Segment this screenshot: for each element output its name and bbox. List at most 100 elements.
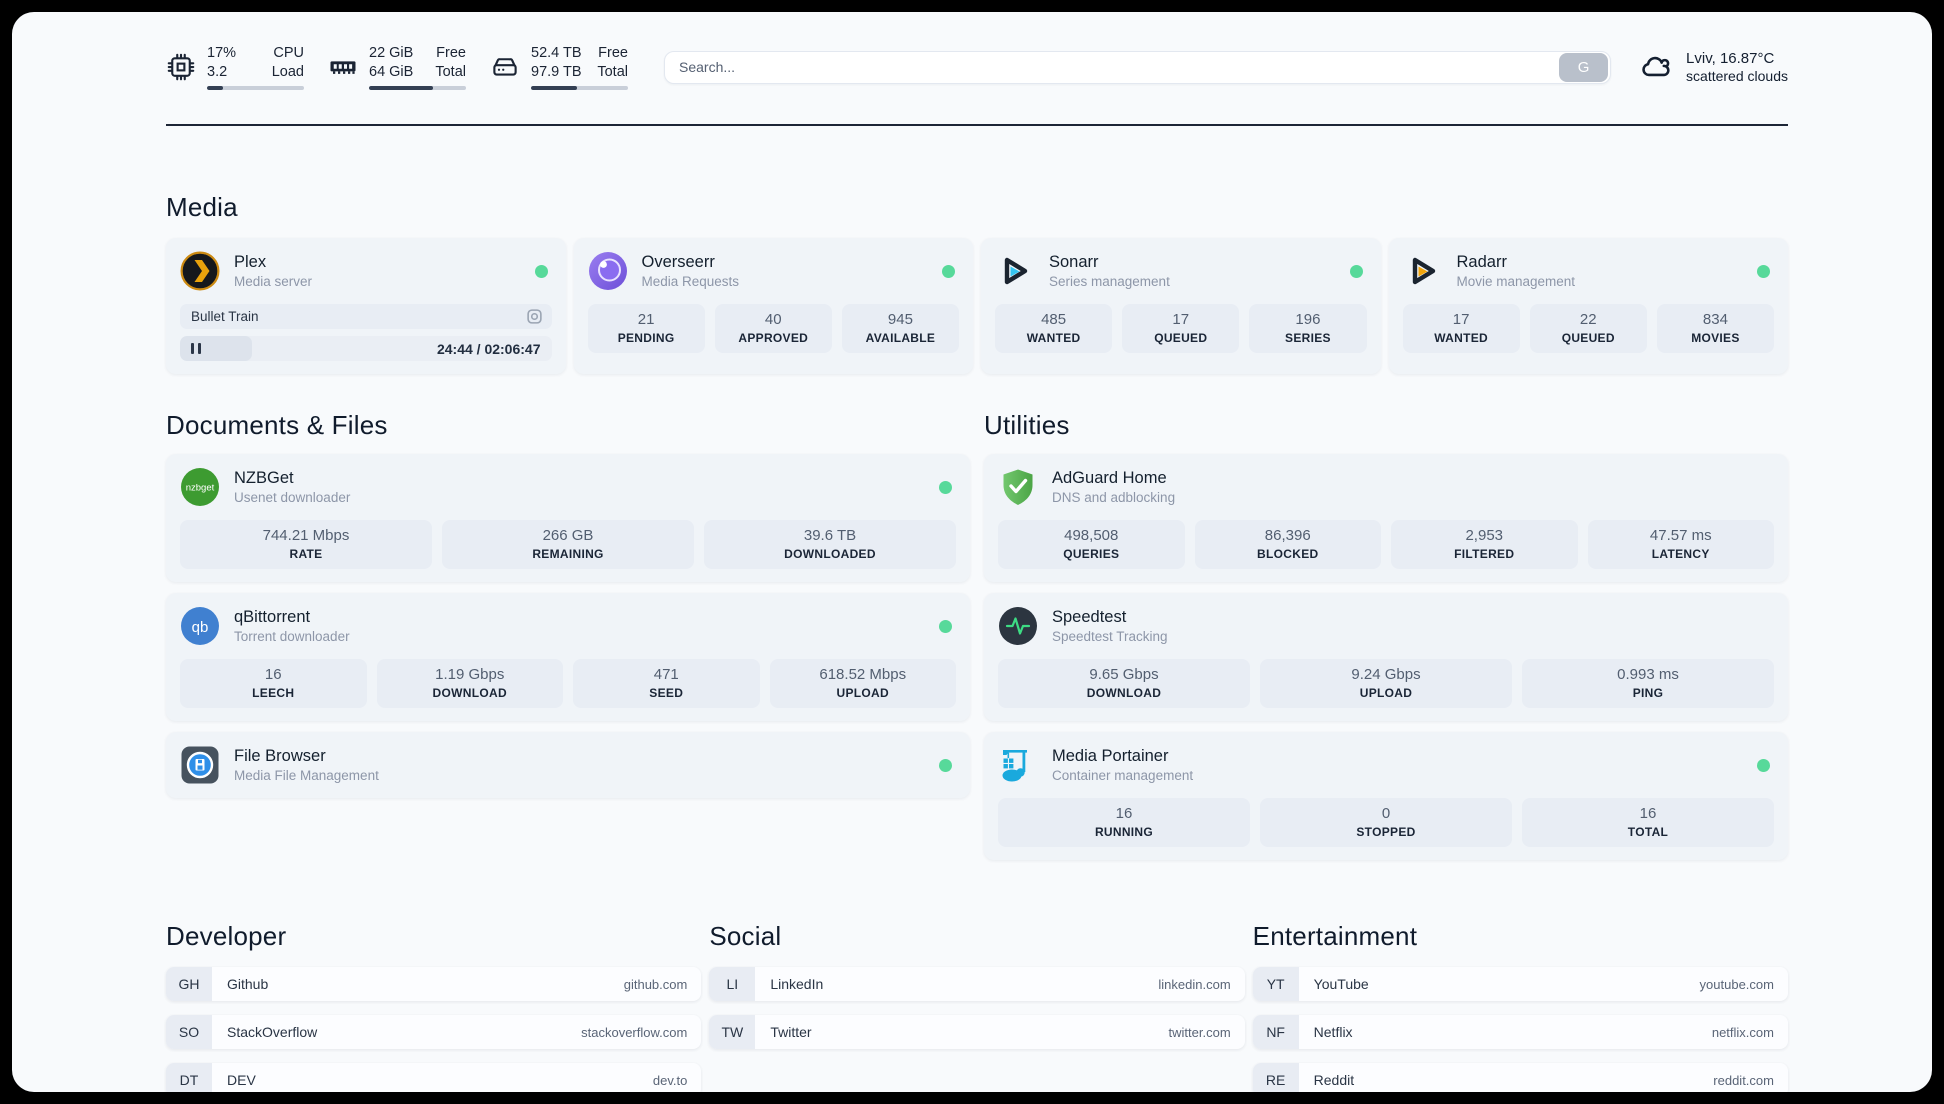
link-row-netflix[interactable]: NF Netflix netflix.com bbox=[1252, 1015, 1788, 1049]
status-dot bbox=[942, 264, 955, 278]
stat-value: 834 bbox=[1702, 311, 1728, 328]
ram-free-label: Free bbox=[436, 45, 466, 62]
link-name: DEV bbox=[227, 1072, 256, 1088]
disk-metric: 52.4 TB 97.9 TB Free Total bbox=[490, 44, 628, 90]
link-row-dev[interactable]: DT DEV dev.to bbox=[166, 1063, 702, 1092]
disk-icon bbox=[493, 58, 517, 76]
section-title-social: Social bbox=[709, 921, 782, 951]
radarr-icon bbox=[1412, 257, 1435, 285]
stat-tile: 485 WANTED bbox=[995, 304, 1113, 353]
section-title-utilities: Utilities bbox=[984, 410, 1070, 440]
stat-value: 21 bbox=[637, 311, 655, 328]
link-url: github.com bbox=[623, 976, 688, 992]
app-description: Movie management bbox=[1456, 274, 1576, 289]
stat-tile: 47.57 ms LATENCY bbox=[1587, 520, 1774, 569]
stat-label: DOWNLOAD bbox=[432, 686, 507, 700]
section-title-documents: Documents & Files bbox=[166, 410, 388, 440]
app-card-filebrowser[interactable]: File Browser Media File Management bbox=[166, 732, 970, 798]
stat-value: 9.24 Gbps bbox=[1351, 666, 1421, 683]
app-card-adguard[interactable]: AdGuard Home DNS and adblocking 498,508 Q… bbox=[984, 454, 1788, 582]
stat-label: WANTED bbox=[1434, 331, 1488, 345]
app-name: Media Portainer bbox=[1052, 747, 1169, 765]
app-card-sonarr[interactable]: Sonarr Series management 485 WANTED 17 QUE… bbox=[981, 238, 1381, 374]
app-name: Radarr bbox=[1456, 253, 1507, 271]
weather-location-temp: Lviv, 16.87°C bbox=[1686, 49, 1775, 67]
link-url: youtube.com bbox=[1699, 976, 1774, 992]
stat-tile: 21 PENDING bbox=[587, 304, 705, 353]
stat-tile: 744.21 Mbps RATE bbox=[180, 520, 432, 569]
search-bar: G bbox=[664, 50, 1612, 84]
cpu-load-value: 3.2 bbox=[207, 63, 228, 80]
link-abbr: YT bbox=[1252, 967, 1299, 1001]
stat-value: 17 bbox=[1172, 311, 1190, 328]
link-url: reddit.com bbox=[1713, 1072, 1774, 1088]
stat-value: 266 GB bbox=[542, 527, 594, 544]
stat-value: 498,508 bbox=[1064, 527, 1119, 544]
ram-progress-bar bbox=[369, 85, 466, 90]
disk-free-value: 52.4 TB bbox=[531, 45, 582, 62]
stat-label: PENDING bbox=[617, 331, 675, 345]
app-name: Overseerr bbox=[641, 253, 715, 271]
section-title-entertainment: Entertainment bbox=[1252, 921, 1418, 951]
ram-free-value: 22 GiB bbox=[369, 45, 414, 62]
stat-tile: 16 TOTAL bbox=[1522, 798, 1774, 847]
search-input[interactable] bbox=[665, 59, 1558, 75]
stat-value: 0.993 ms bbox=[1617, 666, 1679, 683]
link-abbr: TW bbox=[709, 1015, 756, 1049]
app-description: Media File Management bbox=[234, 768, 379, 783]
plex-progress-bar: 24:44 / 02:06:47 bbox=[180, 336, 552, 361]
developer-column: Developer GH Github github.com SO StackO… bbox=[166, 871, 702, 1092]
status-dot bbox=[1349, 264, 1363, 278]
link-row-reddit[interactable]: RE Reddit reddit.com bbox=[1252, 1063, 1788, 1092]
app-card-plex[interactable]: Plex Media server Bullet Train 24:44 / 0… bbox=[166, 238, 566, 374]
status-dot bbox=[534, 264, 548, 278]
link-name: Netflix bbox=[1313, 1024, 1353, 1040]
app-card-overseerr[interactable]: Overseerr Media Requests 21 PENDING 40 APP… bbox=[573, 238, 973, 374]
header-divider bbox=[166, 124, 1788, 126]
stat-tile: 16 RUNNING bbox=[998, 798, 1250, 847]
stat-tile: 22 QUEUED bbox=[1529, 304, 1647, 353]
stat-value: 0 bbox=[1381, 805, 1391, 822]
link-row-stackoverflow[interactable]: SO StackOverflow stackoverflow.com bbox=[166, 1015, 702, 1049]
stat-tile: 618.52 Mbps UPLOAD bbox=[769, 659, 956, 708]
app-card-radarr[interactable]: Radarr Movie management 17 WANTED 22 QUEUE… bbox=[1388, 238, 1788, 374]
stat-label: DOWNLOAD bbox=[1086, 686, 1162, 700]
disk-total-label: Total bbox=[597, 63, 628, 80]
search-engine-button[interactable]: G bbox=[1559, 52, 1609, 82]
cloud-icon bbox=[1642, 56, 1670, 77]
stat-value: 17 bbox=[1452, 311, 1470, 328]
stat-label: REMAINING bbox=[532, 547, 604, 561]
weather-condition: scattered clouds bbox=[1686, 67, 1788, 84]
app-card-portainer[interactable]: Media Portainer Container management 16 R… bbox=[984, 732, 1788, 860]
app-card-qbittorrent[interactable]: qb qBittorrent Torrent downloader 16 LEEC… bbox=[166, 593, 970, 721]
app-card-speedtest[interactable]: Speedtest Speedtest Tracking 9.65 Gbps DO… bbox=[984, 593, 1788, 721]
stop-stream-icon[interactable] bbox=[526, 308, 543, 325]
stat-label: APPROVED bbox=[738, 331, 809, 345]
stat-tile: 196 SERIES bbox=[1249, 304, 1367, 353]
link-row-twitter[interactable]: TW Twitter twitter.com bbox=[709, 1015, 1245, 1049]
stat-value: 40 bbox=[764, 311, 782, 328]
app-description: Series management bbox=[1049, 274, 1170, 289]
status-dot bbox=[1757, 264, 1770, 278]
entertainment-column: Entertainment YT YouTube youtube.com NF … bbox=[1252, 871, 1788, 1092]
pause-icon[interactable] bbox=[191, 343, 201, 354]
stat-value: 86,396 bbox=[1264, 527, 1311, 544]
stat-label: RATE bbox=[289, 547, 323, 561]
app-card-nzbget[interactable]: nzbget NZBGet Usenet downloader 744.21 M… bbox=[166, 454, 970, 582]
stat-value: 39.6 TB bbox=[803, 527, 857, 544]
stat-value: 9.65 Gbps bbox=[1089, 666, 1159, 683]
weather-widget[interactable]: Lviv, 16.87°C scattered clouds bbox=[1639, 50, 1788, 85]
link-row-youtube[interactable]: YT YouTube youtube.com bbox=[1252, 967, 1788, 1001]
link-row-linkedin[interactable]: LI LinkedIn linkedin.com bbox=[709, 967, 1245, 1001]
link-row-github[interactable]: GH Github github.com bbox=[166, 967, 702, 1001]
stat-tile: 17 WANTED bbox=[1402, 304, 1520, 353]
link-url: dev.to bbox=[652, 1072, 688, 1088]
stat-label: LATENCY bbox=[1651, 547, 1710, 561]
documents-column: Documents & Files nzbget NZBGet Usenet d… bbox=[166, 374, 970, 809]
top-bar: 17% 3.2 CPU Load 22 GiB 64 GiB Free Tota… bbox=[166, 44, 1788, 90]
stat-tile: 40 APPROVED bbox=[714, 304, 832, 353]
qbittorrent-icon: qb bbox=[181, 607, 219, 645]
stat-tile: 86,396 BLOCKED bbox=[1194, 520, 1381, 569]
overseerr-icon bbox=[588, 252, 627, 290]
stat-label: QUEUED bbox=[1154, 331, 1208, 345]
